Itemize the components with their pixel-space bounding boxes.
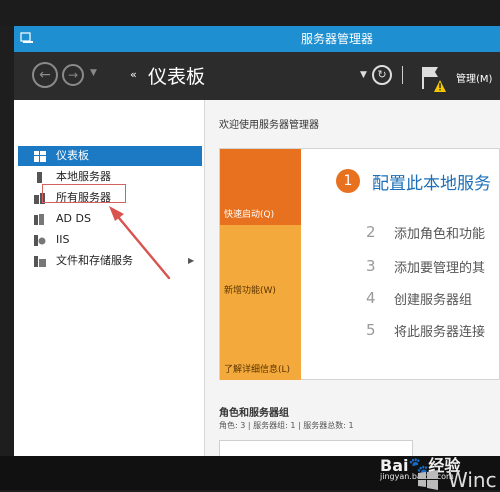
tile-label: 快速启动(Q) (224, 210, 275, 220)
divider (402, 66, 403, 84)
roles-summary: 角色: 3 | 服务器组: 1 | 服务器总数: 1 (219, 421, 354, 430)
breadcrumb-dropdown-icon[interactable]: ▼ (360, 70, 367, 80)
step-link-add-roles[interactable]: 添加角色和功能 (394, 223, 485, 242)
step-link-create-group[interactable]: 创建服务器组 (394, 289, 472, 308)
title-bar: 服务器管理器 (14, 26, 500, 52)
step-number: 4 (366, 289, 376, 307)
arrow-right-icon: → (67, 68, 79, 82)
desktop-top-band (0, 0, 500, 26)
tab-whats-new[interactable]: 新增功能(W) (220, 225, 301, 301)
step-link-connect-cloud[interactable]: 将此服务器连接 (394, 321, 485, 340)
step-number-badge: 1 (336, 169, 360, 193)
annotation-arrow (109, 206, 171, 280)
back-button[interactable]: ← (32, 62, 58, 88)
refresh-icon: ↻ (377, 68, 387, 81)
tab-quick-start[interactable]: 快速启动(Q) (220, 149, 301, 225)
windows-watermark-text: Winc (448, 468, 497, 492)
step-link-configure-local-server[interactable]: 配置此本地服务 (372, 169, 491, 194)
refresh-button[interactable]: ↻ (372, 65, 392, 85)
server-manager-window: 服务器管理器 ← → ▼ ‹‹ 仪表板 ▼ ↻ 管理(M) 仪表板 本地服务器 … (14, 26, 500, 456)
step-number: 2 (366, 223, 376, 241)
arrow-left-icon: ← (39, 67, 51, 83)
step-number: 3 (366, 257, 376, 275)
notification-flag-icon[interactable] (420, 64, 446, 94)
command-bar: ← → ▼ ‹‹ 仪表板 ▼ ↻ 管理(M) (14, 52, 500, 100)
watermark-url: jingyan.baidu.com (380, 472, 454, 481)
manage-menu[interactable]: 管理(M) (456, 70, 492, 85)
step-number: 5 (366, 321, 376, 339)
history-dropdown-icon[interactable]: ▼ (90, 68, 97, 78)
tile-label: 了解详细信息(L) (224, 365, 291, 375)
forward-button[interactable]: → (62, 64, 84, 86)
dashboard-main: 欢迎使用服务器管理器 快速启动(Q) 新增功能(W) 了解详细信息(L) 1 配… (205, 100, 500, 456)
sidebar: 仪表板 本地服务器 所有服务器 AD DS IIS 文件和存储服务 ▶ (14, 100, 205, 456)
welcome-panel: 快速启动(Q) 新增功能(W) 了解详细信息(L) 1 配置此本地服务 2 添加… (219, 148, 500, 380)
window-title: 服务器管理器 (300, 32, 373, 46)
windows-logo-icon (418, 470, 438, 490)
tile-label: 新增功能(W) (224, 286, 276, 296)
welcome-heading: 欢迎使用服务器管理器 (219, 120, 319, 131)
tab-learn-more[interactable]: 了解详细信息(L) (220, 301, 301, 380)
roles-section-title: 角色和服务器组 (219, 408, 289, 419)
step-link-add-servers[interactable]: 添加要管理的其 (394, 257, 485, 276)
breadcrumb-current: 仪表板 (148, 66, 206, 88)
breadcrumb-separator: ‹‹ (130, 68, 137, 81)
